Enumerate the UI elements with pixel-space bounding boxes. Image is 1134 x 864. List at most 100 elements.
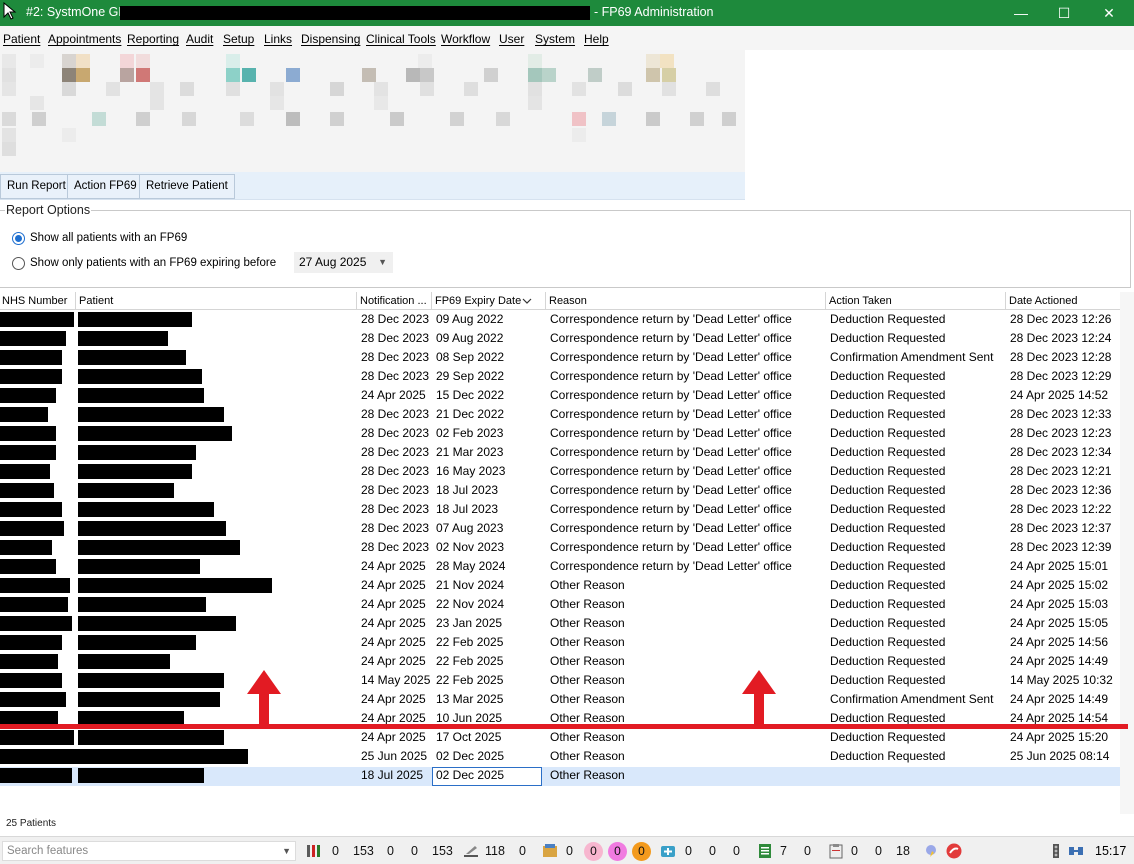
badge-pink[interactable]: 0 [584, 842, 603, 861]
table-row[interactable]: 28 Dec 2023 02 Nov 2023 Correspondence ret… [0, 539, 1120, 558]
table-row[interactable]: 24 Apr 2025 22 Feb 2025 Other Reason Deduct… [0, 634, 1120, 653]
annotation-arrow-up-icon [742, 670, 776, 726]
table-row[interactable]: 18 Jul 2025 02 Dec 2025 Other Reason [0, 767, 1120, 786]
retrieve-patient-button[interactable]: Retrieve Patient [139, 174, 235, 199]
column-notification[interactable]: Notification ... [358, 292, 432, 310]
column-action-taken[interactable]: Action Taken [827, 292, 1006, 310]
document-green-icon[interactable] [757, 843, 773, 859]
reason-cell: Correspondence return by 'Dead Letter' o… [550, 312, 792, 326]
maximize-button[interactable]: ☐ [1041, 0, 1087, 26]
menu-patient[interactable]: Patient [3, 32, 40, 46]
table-row[interactable]: 24 Apr 2025 17 Oct 2025 Other Reason Deduct… [0, 729, 1120, 748]
reason-cell: Other Reason [550, 768, 625, 782]
table-row[interactable]: 24 Apr 2025 22 Nov 2024 Other Reason Deduct… [0, 596, 1120, 615]
fp69-expiry-cell: 02 Nov 2023 [436, 540, 505, 554]
radio-checked-icon[interactable] [12, 232, 25, 245]
redacted-nhs-number [0, 540, 52, 555]
menu-user[interactable]: User [499, 32, 524, 46]
notification-date-cell: 24 Apr 2025 [361, 388, 426, 402]
weather-icon[interactable] [924, 843, 940, 859]
table-row[interactable]: 28 Dec 2023 02 Feb 2023 Correspondence ret… [0, 425, 1120, 444]
date-actioned-cell: 24 Apr 2025 14:56 [1010, 635, 1109, 649]
menu-appointments[interactable]: Appointments [48, 32, 121, 46]
menu-system[interactable]: System [535, 32, 575, 46]
tasks-icon[interactable] [542, 843, 558, 859]
table-row[interactable]: 25 Jun 2025 02 Dec 2025 Other Reason Deduct… [0, 748, 1120, 767]
date-actioned-cell: 25 Jun 2025 08:14 [1010, 749, 1110, 763]
close-button[interactable]: ✕ [1086, 0, 1132, 26]
redacted-patient-name [78, 768, 204, 783]
column-fp69-expiry[interactable]: FP69 Expiry Date [433, 292, 546, 310]
menu-links[interactable]: Links [264, 32, 292, 46]
column-date-actioned[interactable]: Date Actioned [1007, 292, 1120, 310]
column-nhs-number[interactable]: NHS Number [0, 292, 76, 310]
table-row[interactable]: 28 Dec 2023 18 Jul 2023 Correspondence ret… [0, 501, 1120, 520]
menu-reporting[interactable]: Reporting [127, 32, 179, 46]
run-report-button[interactable]: Run Report [0, 174, 73, 199]
counter-value: 0 [411, 844, 418, 858]
table-row[interactable]: 28 Dec 2023 21 Mar 2023 Correspondence ret… [0, 444, 1120, 463]
table-row[interactable]: 28 Dec 2023 21 Dec 2022 Correspondence ret… [0, 406, 1120, 425]
table-row[interactable]: 24 Apr 2025 23 Jan 2025 Other Reason Deduct… [0, 615, 1120, 634]
action-taken-cell: Deduction Requested [830, 654, 946, 668]
action-fp69-button[interactable]: Action FP69 [67, 174, 144, 199]
phone-blocked-icon[interactable] [946, 843, 962, 859]
action-taken-cell: Deduction Requested [830, 369, 946, 383]
table-row[interactable]: 24 Apr 2025 13 Mar 2025 Other Reason Confir… [0, 691, 1120, 710]
radio-unchecked-icon[interactable] [12, 257, 25, 270]
menu-setup[interactable]: Setup [223, 32, 254, 46]
notification-date-cell: 24 Apr 2025 [361, 616, 426, 630]
table-row[interactable]: 28 Dec 2023 29 Sep 2022 Correspondence ret… [0, 368, 1120, 387]
table-row[interactable]: 14 May 2025 22 Feb 2025 Other Reason Deduct… [0, 672, 1120, 691]
table-row[interactable]: 28 Dec 2023 08 Sep 2022 Correspondence ret… [0, 349, 1120, 368]
action-taken-cell: Deduction Requested [830, 312, 946, 326]
report-options-group [0, 210, 1131, 288]
minimize-button[interactable]: — [998, 0, 1044, 26]
table-row[interactable]: 24 Apr 2025 15 Dec 2022 Correspondence ret… [0, 387, 1120, 406]
table-row[interactable]: 24 Apr 2025 22 Feb 2025 Other Reason Deduct… [0, 653, 1120, 672]
vertical-scrollbar[interactable] [1120, 292, 1134, 814]
test-tubes-icon[interactable] [306, 843, 322, 859]
table-row[interactable]: 24 Apr 2025 21 Nov 2024 Other Reason Deduct… [0, 577, 1120, 596]
badge-orange[interactable]: 0 [632, 842, 651, 861]
table-row[interactable]: 28 Dec 2023 07 Aug 2023 Correspondence ret… [0, 520, 1120, 539]
network-icon[interactable] [1068, 843, 1084, 859]
redacted-nhs-number [0, 692, 66, 707]
fp69-results-grid: NHS Number Patient Notification ... FP69… [0, 292, 1134, 814]
notification-date-cell: 24 Apr 2025 [361, 578, 426, 592]
redacted-nhs-number [0, 331, 66, 346]
medical-kit-icon[interactable] [660, 843, 676, 859]
notification-date-cell: 24 Apr 2025 [361, 730, 426, 744]
notification-date-cell: 28 Dec 2023 [361, 521, 430, 535]
column-patient[interactable]: Patient [77, 292, 357, 310]
table-row[interactable]: 28 Dec 2023 18 Jul 2023 Correspondence ret… [0, 482, 1120, 501]
badge-magenta[interactable]: 0 [608, 842, 627, 861]
search-features-input[interactable]: Search features ▼ [2, 841, 296, 861]
notification-date-cell: 28 Dec 2023 [361, 540, 430, 554]
menu-help[interactable]: Help [584, 32, 609, 46]
clipboard-icon[interactable] [828, 843, 844, 859]
chevron-down-icon[interactable]: ▼ [378, 252, 387, 273]
counter-value: 0 [519, 844, 526, 858]
action-taken-cell: Deduction Requested [830, 616, 946, 630]
expiry-date-picker[interactable]: 27 Aug 2025 ▼ [294, 252, 393, 273]
traffic-light-icon[interactable] [1048, 843, 1064, 859]
menu-workflow[interactable]: Workflow [441, 32, 490, 46]
counter-value: 0 [709, 844, 716, 858]
reason-cell: Other Reason [550, 730, 625, 744]
table-row[interactable]: 28 Dec 2023 09 Aug 2022 Correspondence ret… [0, 311, 1120, 330]
table-row[interactable]: 28 Dec 2023 09 Aug 2022 Correspondence ret… [0, 330, 1120, 349]
chevron-down-icon[interactable]: ▼ [282, 842, 291, 860]
action-taken-cell: Confirmation Amendment Sent [830, 692, 994, 706]
table-row[interactable]: 24 Apr 2025 28 May 2024 Correspondence ret… [0, 558, 1120, 577]
menu-dispensing[interactable]: Dispensing [301, 32, 360, 46]
patient-count: 25 Patients [6, 818, 57, 829]
table-row[interactable]: 28 Dec 2023 16 May 2023 Correspondence ret… [0, 463, 1120, 482]
menu-audit[interactable]: Audit [186, 32, 213, 46]
action-taken-cell: Deduction Requested [830, 407, 946, 421]
scanner-icon[interactable] [463, 843, 479, 859]
action-taken-cell: Deduction Requested [830, 597, 946, 611]
column-reason[interactable]: Reason [547, 292, 826, 310]
menu-clinical-tools[interactable]: Clinical Tools [366, 32, 436, 46]
window-title: #2: SystmOne GP: [26, 5, 131, 19]
